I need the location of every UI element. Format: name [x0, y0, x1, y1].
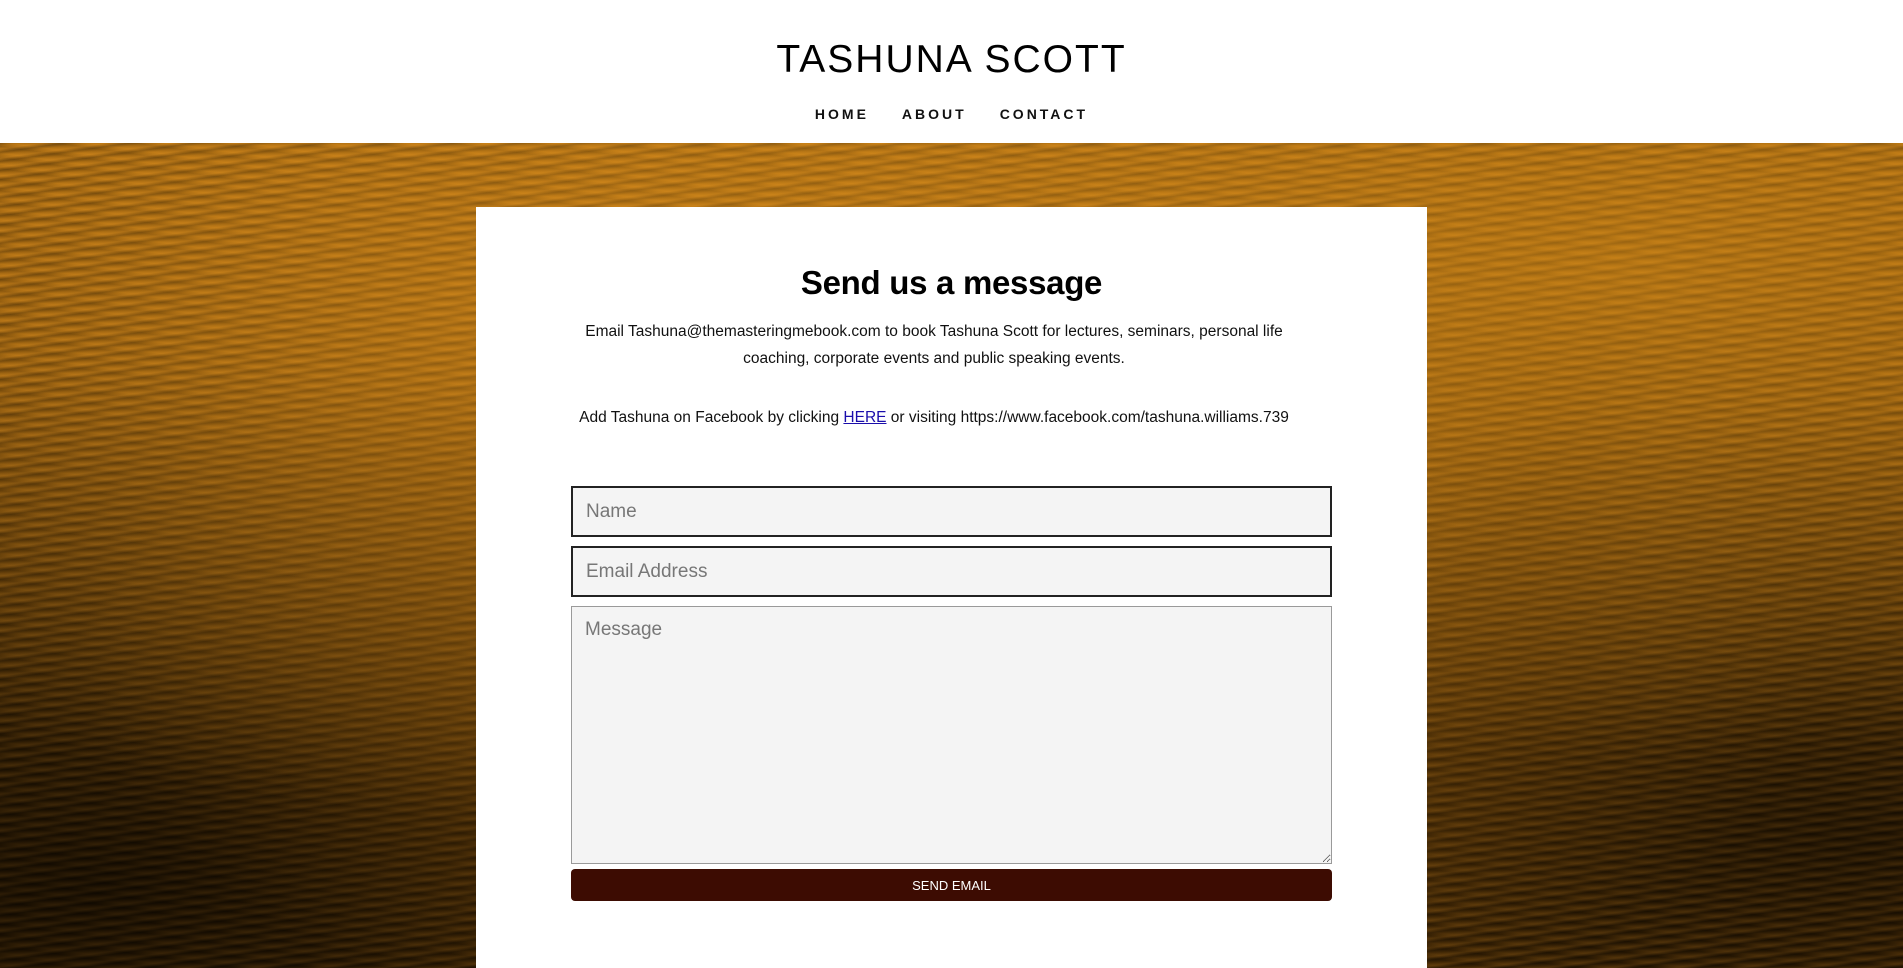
- contact-heading: Send us a message: [800, 264, 1103, 301]
- facebook-prefix: Add Tashuna on Facebook by clicking: [579, 409, 844, 426]
- site-title[interactable]: TASHUNA SCOTT: [0, 36, 1903, 84]
- email-input[interactable]: [571, 546, 1332, 597]
- facebook-link[interactable]: HERE: [843, 409, 886, 426]
- name-input[interactable]: [571, 486, 1332, 537]
- main-nav: HOME ABOUT CONTACT: [0, 106, 1903, 122]
- send-email-button[interactable]: SEND EMAIL: [571, 869, 1332, 901]
- nav-home[interactable]: HOME: [815, 106, 869, 122]
- facebook-text: Add Tashuna on Facebook by clicking HERE…: [566, 404, 1302, 431]
- message-textarea[interactable]: [571, 606, 1332, 864]
- contact-card: Send us a message Email Tashuna@themaste…: [476, 207, 1427, 968]
- facebook-suffix: or visiting https://www.facebook.com/tas…: [886, 409, 1289, 426]
- nav-contact[interactable]: CONTACT: [1000, 106, 1088, 122]
- nav-about[interactable]: ABOUT: [902, 106, 967, 122]
- site-header: TASHUNA SCOTT HOME ABOUT CONTACT: [0, 0, 1903, 143]
- booking-text: Email Tashuna@themasteringmebook.com to …: [585, 323, 1283, 367]
